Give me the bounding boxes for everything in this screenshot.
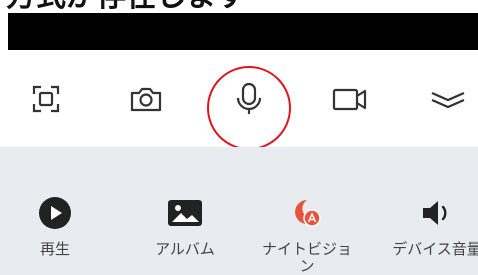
- screenshot-button[interactable]: [116, 60, 176, 138]
- fullscreen-button[interactable]: [16, 60, 76, 138]
- highlight-ring: [207, 66, 291, 150]
- record-button[interactable]: [320, 60, 380, 138]
- collapse-button[interactable]: [418, 60, 478, 138]
- fullscreen-icon: [32, 85, 60, 113]
- camera-icon: [130, 87, 162, 112]
- collapse-chevrons-icon: [431, 91, 465, 109]
- album-icon: [168, 200, 202, 226]
- album-item[interactable]: アルバム: [140, 195, 230, 258]
- video-camera-icon: [332, 88, 367, 111]
- function-panel: 再生 アルバム ナイトビジョン デバイス音量: [0, 147, 478, 275]
- play-icon: [39, 197, 71, 229]
- device-volume-item[interactable]: デバイス音量: [392, 195, 478, 258]
- redacted-bar: [8, 13, 478, 50]
- speaker-icon: [423, 201, 447, 225]
- play-item[interactable]: 再生: [10, 195, 100, 258]
- night-vision-label: ナイトビジョン: [262, 240, 353, 275]
- album-label: アルバム: [155, 240, 215, 258]
- play-label: 再生: [39, 240, 70, 258]
- night-vision-item[interactable]: ナイトビジョン: [262, 195, 352, 275]
- device-volume-label: デバイス音量: [392, 240, 478, 258]
- night-vision-icon: [295, 200, 321, 227]
